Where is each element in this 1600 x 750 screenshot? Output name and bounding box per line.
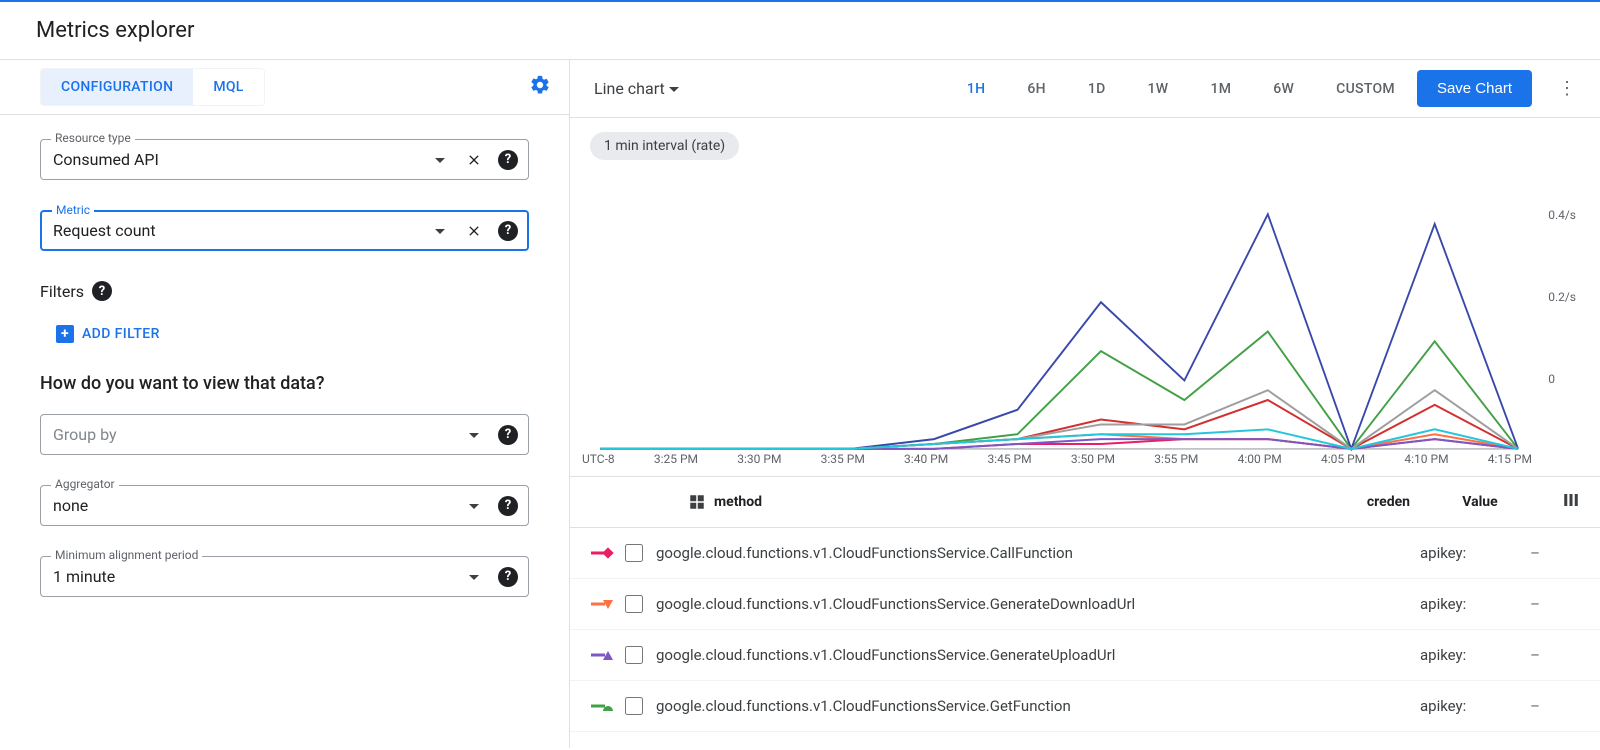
series-method: google.cloud.functions.v1.CloudFunctions… xyxy=(648,595,1420,613)
series-checkbox[interactable] xyxy=(625,697,643,715)
save-chart-button[interactable]: Save Chart xyxy=(1417,70,1532,107)
gear-icon[interactable] xyxy=(519,68,561,106)
series-method: google.cloud.functions.v1.CloudFunctions… xyxy=(648,697,1420,715)
help-icon[interactable]: ? xyxy=(92,281,112,301)
add-filter-label: ADD FILTER xyxy=(82,326,160,342)
metric-label: Metric xyxy=(52,203,94,217)
range-6w[interactable]: 6W xyxy=(1261,73,1306,105)
aggregator-select[interactable]: Aggregator none ? xyxy=(40,485,529,526)
column-settings-icon[interactable] xyxy=(1550,491,1580,513)
config-tabs: CONFIGURATION MQL xyxy=(40,68,265,106)
series-credential: apikey: xyxy=(1420,544,1490,562)
range-custom[interactable]: CUSTOM xyxy=(1324,73,1407,105)
alignment-value: 1 minute xyxy=(53,563,464,590)
config-panel: CONFIGURATION MQL Resource type Consumed… xyxy=(0,60,570,748)
chevron-down-icon[interactable] xyxy=(464,496,484,516)
interval-chip: 1 min interval (rate) xyxy=(590,132,739,160)
series-credential: apikey: xyxy=(1420,697,1490,715)
column-header-credential[interactable]: creden xyxy=(1367,494,1410,510)
chevron-down-icon[interactable] xyxy=(430,221,450,241)
more-options-icon[interactable]: ⋮ xyxy=(1542,78,1592,99)
view-data-heading: How do you want to view that data? xyxy=(40,373,529,394)
range-1h[interactable]: 1H xyxy=(955,73,998,105)
series-value: – xyxy=(1490,697,1580,715)
column-header-value[interactable]: Value xyxy=(1410,494,1550,510)
clear-icon[interactable] xyxy=(464,221,484,241)
series-checkbox[interactable] xyxy=(625,595,643,613)
series-value: – xyxy=(1490,595,1580,613)
grid-icon xyxy=(688,493,706,511)
legend-row[interactable]: google.cloud.functions.v1.CloudFunctions… xyxy=(570,528,1600,579)
series-marker-icon xyxy=(590,596,620,612)
add-filter-button[interactable]: + ADD FILTER xyxy=(56,325,160,343)
series-method: google.cloud.functions.v1.CloudFunctions… xyxy=(648,544,1420,562)
series-marker-icon xyxy=(590,698,620,714)
group-by-placeholder: Group by xyxy=(53,421,464,448)
page-title: Metrics explorer xyxy=(0,2,1600,60)
chart-type-label: Line chart xyxy=(594,79,665,98)
range-1w[interactable]: 1W xyxy=(1136,73,1181,105)
time-range-tabs: 1H 6H 1D 1W 1M 6W CUSTOM xyxy=(955,73,1407,105)
help-icon[interactable]: ? xyxy=(498,221,518,241)
series-value: – xyxy=(1490,646,1580,664)
series-value: – xyxy=(1490,544,1580,562)
range-6h[interactable]: 6H xyxy=(1015,73,1058,105)
group-by-select[interactable]: Group by ? xyxy=(40,414,529,455)
chevron-down-icon xyxy=(669,87,679,97)
plus-icon: + xyxy=(56,325,74,343)
legend-row[interactable]: google.cloud.functions.v1.CloudFunctions… xyxy=(570,681,1600,732)
alignment-period-select[interactable]: Minimum alignment period 1 minute ? xyxy=(40,556,529,597)
range-1d[interactable]: 1D xyxy=(1076,73,1118,105)
tab-configuration[interactable]: CONFIGURATION xyxy=(41,69,193,105)
resource-type-label: Resource type xyxy=(51,131,135,145)
series-method: google.cloud.functions.v1.CloudFunctions… xyxy=(648,646,1420,664)
tab-mql[interactable]: MQL xyxy=(193,69,263,105)
chart-type-select[interactable]: Line chart xyxy=(594,79,679,98)
filters-label: Filters xyxy=(40,282,84,301)
alignment-label: Minimum alignment period xyxy=(51,548,202,562)
chevron-down-icon[interactable] xyxy=(464,567,484,587)
help-icon[interactable]: ? xyxy=(498,567,518,587)
resource-type-select[interactable]: Resource type Consumed API ? xyxy=(40,139,529,180)
aggregator-label: Aggregator xyxy=(51,477,119,491)
chevron-down-icon[interactable] xyxy=(464,425,484,445)
chart-panel: Line chart 1H 6H 1D 1W 1M 6W CUSTOM Save Chart… xyxy=(570,60,1600,748)
help-icon[interactable]: ? xyxy=(498,150,518,170)
metric-value: Request count xyxy=(53,217,430,244)
aggregator-value: none xyxy=(53,492,464,519)
series-checkbox[interactable] xyxy=(625,646,643,664)
metric-select[interactable]: Metric Request count ? xyxy=(40,210,529,251)
series-checkbox[interactable] xyxy=(625,544,643,562)
resource-type-value: Consumed API xyxy=(53,146,430,173)
y-axis-labels: 0.4/s 0.2/s 0 xyxy=(1548,208,1576,454)
series-credential: apikey: xyxy=(1420,595,1490,613)
line-chart[interactable]: 0.4/s 0.2/s 0 xyxy=(590,160,1580,460)
legend-row[interactable]: google.cloud.functions.v1.CloudFunctions… xyxy=(570,630,1600,681)
series-marker-icon xyxy=(590,545,620,561)
clear-icon[interactable] xyxy=(464,150,484,170)
column-header-method[interactable]: method xyxy=(688,493,762,511)
legend-table: method creden Value google.cloud.functio… xyxy=(570,476,1600,732)
series-marker-icon xyxy=(590,647,620,663)
legend-row[interactable]: google.cloud.functions.v1.CloudFunctions… xyxy=(570,579,1600,630)
chevron-down-icon[interactable] xyxy=(430,150,450,170)
series-credential: apikey: xyxy=(1420,646,1490,664)
help-icon[interactable]: ? xyxy=(498,425,518,445)
help-icon[interactable]: ? xyxy=(498,496,518,516)
range-1m[interactable]: 1M xyxy=(1198,73,1243,105)
